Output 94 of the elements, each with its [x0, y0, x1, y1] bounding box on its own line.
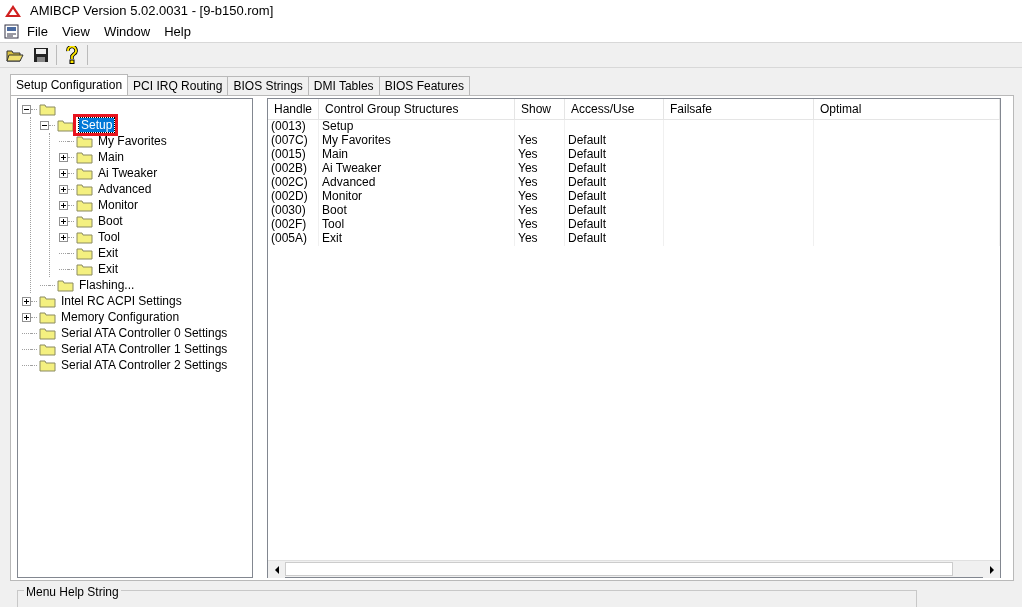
- table-cell: Exit: [318, 231, 515, 246]
- tree-item[interactable]: Boot: [96, 214, 125, 228]
- column-header[interactable]: Show: [514, 99, 565, 120]
- tree-item[interactable]: Exit: [96, 246, 120, 260]
- tree-item[interactable]: Advanced: [96, 182, 154, 196]
- tree-item[interactable]: Intel RC ACPI Settings: [59, 294, 184, 308]
- tree-item[interactable]: Serial ATA Controller 2 Settings: [59, 358, 230, 372]
- expand-icon[interactable]: [59, 152, 68, 162]
- table-cell: Yes: [514, 161, 565, 176]
- table-cell: Default: [564, 175, 664, 190]
- expand-icon[interactable]: [59, 168, 68, 178]
- table-cell: (005A): [268, 231, 319, 246]
- folder-icon: [39, 326, 57, 340]
- column-header[interactable]: Access/Use: [564, 99, 664, 120]
- table-cell: Yes: [514, 147, 565, 162]
- tree-item[interactable]: Ai Tweaker: [96, 166, 160, 180]
- window-title: AMIBCP Version 5.02.0031 - [9-b150.rom]: [30, 2, 274, 21]
- tab[interactable]: BIOS Strings: [227, 76, 309, 95]
- table-cell: (002B): [268, 161, 319, 176]
- table-cell: Monitor: [318, 189, 515, 204]
- expand-icon[interactable]: [59, 232, 68, 242]
- table-cell: Yes: [514, 203, 565, 218]
- table-cell: Default: [564, 161, 664, 176]
- collapse-icon[interactable]: [40, 120, 49, 130]
- table-cell: (007C): [268, 133, 319, 148]
- column-header[interactable]: Failsafe: [663, 99, 814, 120]
- column-header[interactable]: Handle: [268, 99, 319, 120]
- table-cell: (002D): [268, 189, 319, 204]
- folder-icon: [76, 230, 94, 244]
- tab[interactable]: Setup Configuration: [10, 74, 129, 95]
- folder-icon: [39, 358, 57, 372]
- folder-icon: [57, 278, 75, 292]
- table-cell: (0013): [268, 119, 319, 134]
- tree-item[interactable]: Serial ATA Controller 0 Settings: [59, 326, 230, 340]
- folder-icon: [76, 214, 94, 228]
- table-cell: (002F): [268, 217, 319, 232]
- expand-icon[interactable]: [22, 312, 31, 322]
- table-cell: Yes: [514, 231, 565, 246]
- horizontal-scrollbar[interactable]: [268, 560, 1000, 577]
- table-cell: (0015): [268, 147, 319, 162]
- expand-icon[interactable]: [59, 184, 68, 194]
- table-cell: Advanced: [318, 175, 515, 190]
- tree-item[interactable]: Monitor: [96, 198, 140, 212]
- column-header[interactable]: Control Group Structures: [318, 99, 515, 120]
- table-cell: Default: [564, 147, 664, 162]
- table-cell: Yes: [514, 133, 565, 148]
- folder-icon: [76, 134, 94, 148]
- tree-item[interactable]: My Favorites: [96, 134, 169, 148]
- tree-item[interactable]: Setup: [79, 118, 115, 132]
- folder-icon: [76, 246, 94, 260]
- table-cell: Boot: [318, 203, 515, 218]
- collapse-icon[interactable]: [22, 104, 31, 114]
- table-cell: Default: [564, 231, 664, 246]
- table-cell: Tool: [318, 217, 515, 232]
- folder-icon: [76, 198, 94, 212]
- menu-item[interactable]: View: [54, 22, 97, 42]
- tree-item[interactable]: Serial ATA Controller 1 Settings: [59, 342, 230, 356]
- folder-icon: [39, 294, 57, 308]
- folder-icon: [39, 310, 57, 324]
- folder-icon: [57, 118, 75, 132]
- tree-item[interactable]: Exit: [96, 262, 120, 276]
- column-header[interactable]: Optimal: [813, 99, 1000, 120]
- folder-icon: [39, 342, 57, 356]
- folder-icon: [76, 262, 94, 276]
- table-cell: Default: [564, 217, 664, 232]
- table-cell: Default: [564, 189, 664, 204]
- table-cell: Setup: [318, 119, 515, 134]
- tab[interactable]: PCI IRQ Routing: [127, 76, 229, 95]
- tree-item[interactable]: Memory Configuration: [59, 310, 182, 324]
- table-cell: Default: [564, 203, 664, 218]
- menu-item[interactable]: Help: [157, 22, 198, 42]
- folder-icon: [76, 150, 94, 164]
- folder-icon: [39, 102, 57, 116]
- tree-item[interactable]: Flashing...: [77, 278, 137, 292]
- tree-item[interactable]: Main: [96, 150, 126, 164]
- table-cell: Default: [564, 133, 664, 148]
- table-cell: (002C): [268, 175, 319, 190]
- table-cell: Yes: [514, 217, 565, 232]
- table-cell: Main: [318, 147, 515, 162]
- tab[interactable]: BIOS Features: [378, 76, 470, 95]
- folder-icon: [76, 166, 94, 180]
- expand-icon[interactable]: [22, 296, 31, 306]
- expand-icon[interactable]: [59, 216, 68, 226]
- folder-icon: [76, 182, 94, 196]
- tree-item[interactable]: Tool: [96, 230, 122, 244]
- table-cell: Ai Tweaker: [318, 161, 515, 176]
- expand-icon[interactable]: [59, 200, 68, 210]
- app-logo-icon: [4, 4, 22, 18]
- table-cell: Yes: [514, 175, 565, 190]
- menu-item[interactable]: File: [20, 22, 55, 42]
- table-cell: Yes: [514, 189, 565, 204]
- menu-item[interactable]: Window: [96, 22, 158, 42]
- table-cell: (0030): [268, 203, 319, 218]
- table-cell: My Favorites: [318, 133, 515, 148]
